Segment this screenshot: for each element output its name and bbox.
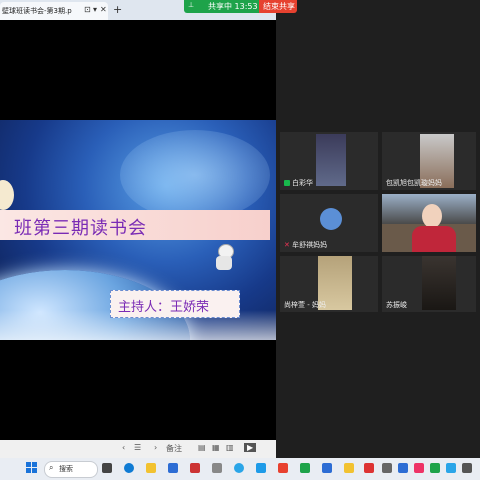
participant-tile[interactable]: 白彩华 <box>280 132 378 190</box>
meeting-panel: 白彩华 包凯旭包凯璇妈妈 ✕ 牟舒祺妈妈 尚梓萱 - 妈妈 苏振峻 <box>276 0 480 458</box>
moon-decoration <box>0 180 14 210</box>
file-explorer-icon[interactable] <box>146 463 156 473</box>
new-tab-button[interactable]: + <box>113 3 122 16</box>
tab-title: 壁球班读书会-第3期.pptx <box>2 7 72 15</box>
app-icon[interactable] <box>278 463 288 473</box>
slide-title: 班第三期读书会 <box>14 218 147 239</box>
app-icon[interactable] <box>414 463 424 473</box>
tab-close-icon[interactable]: ✕ <box>100 5 107 14</box>
participant-name: ✕ 牟舒祺妈妈 <box>284 241 328 249</box>
speaker-face <box>422 204 442 228</box>
participant-video <box>422 256 456 310</box>
normal-view-icon[interactable]: ▤ <box>198 443 206 452</box>
avatar-icon <box>320 208 342 230</box>
store-icon[interactable] <box>168 463 178 473</box>
participant-tile[interactable]: 苏振峻 <box>382 256 476 312</box>
participant-video <box>316 134 346 186</box>
astronaut-icon <box>212 244 236 274</box>
mic-icon <box>284 180 290 186</box>
app-icon[interactable] <box>322 463 332 473</box>
browser-icon[interactable] <box>234 463 244 473</box>
meeting-app-icon[interactable] <box>300 463 310 473</box>
presentation-bottom-bar: ‹ ☰ › 备注 ▤ ▦ ▥ ▶ <box>0 440 276 458</box>
slide-canvas: 班第三期读书会 主持人：王娇荣 <box>0 120 276 340</box>
participant-name: 白彩华 <box>284 178 313 188</box>
sorter-view-icon[interactable]: ▦ <box>212 443 220 452</box>
presentation-window: 壁球班读书会-第3期.pptx ⊡ ▾ ✕ + 班第三期读书会 主持人：王娇荣 … <box>0 0 276 458</box>
search-icon: ⌕ <box>49 463 54 472</box>
app-icon[interactable] <box>446 463 456 473</box>
taskbar-search[interactable]: ⌕ 搜索 <box>44 461 98 478</box>
stop-share-label: 结束共享 <box>263 2 295 11</box>
stop-share-button[interactable]: 结束共享 <box>259 0 297 13</box>
app-icon[interactable] <box>462 463 472 473</box>
notes-button[interactable]: 备注 <box>166 443 182 454</box>
edge-icon[interactable] <box>124 463 134 473</box>
participant-tile-active[interactable] <box>382 194 476 252</box>
browser-tab[interactable]: 壁球班读书会-第3期.pptx ⊡ ▾ ✕ <box>0 2 108 20</box>
app-icon[interactable] <box>398 463 408 473</box>
nebula-glow <box>120 130 270 220</box>
prev-slide-icon[interactable]: ‹ <box>122 443 125 452</box>
app-icon[interactable] <box>256 463 266 473</box>
windows-start-icon[interactable] <box>26 462 38 474</box>
app-icon[interactable] <box>212 463 222 473</box>
host-label: 主持人：王娇荣 <box>118 300 210 315</box>
search-label: 搜索 <box>59 465 73 473</box>
participant-name: 苏振峻 <box>386 301 407 309</box>
share-status: 共享中 13:53 <box>208 2 258 11</box>
next-slide-icon[interactable]: › <box>154 443 157 452</box>
app-icon[interactable] <box>382 463 392 473</box>
speaker-body <box>412 226 456 252</box>
app-icon[interactable] <box>344 463 354 473</box>
participant-tile[interactable]: 尚梓萱 - 妈妈 <box>280 256 378 312</box>
app-icon[interactable] <box>430 463 440 473</box>
reading-view-icon[interactable]: ▥ <box>226 443 234 452</box>
participant-tile[interactable]: 包凯旭包凯璇妈妈 <box>382 132 476 190</box>
collapse-icon[interactable]: ⊥ <box>188 1 194 9</box>
play-slideshow-button[interactable]: ▶ <box>244 443 257 452</box>
app-icon[interactable] <box>190 463 200 473</box>
app-icon[interactable] <box>364 463 374 473</box>
slide-menu-icon[interactable]: ☰ <box>134 443 141 452</box>
task-view-icon[interactable] <box>102 463 112 473</box>
participant-name: 尚梓萱 - 妈妈 <box>284 301 326 309</box>
participant-tile[interactable]: ✕ 牟舒祺妈妈 <box>280 194 378 252</box>
windows-taskbar: ⌕ 搜索 <box>0 458 480 480</box>
tab-restore-icon[interactable]: ⊡ <box>84 5 91 14</box>
participant-name: 包凯旭包凯璇妈妈 <box>386 179 442 187</box>
tab-dropdown-icon[interactable]: ▾ <box>93 5 97 14</box>
